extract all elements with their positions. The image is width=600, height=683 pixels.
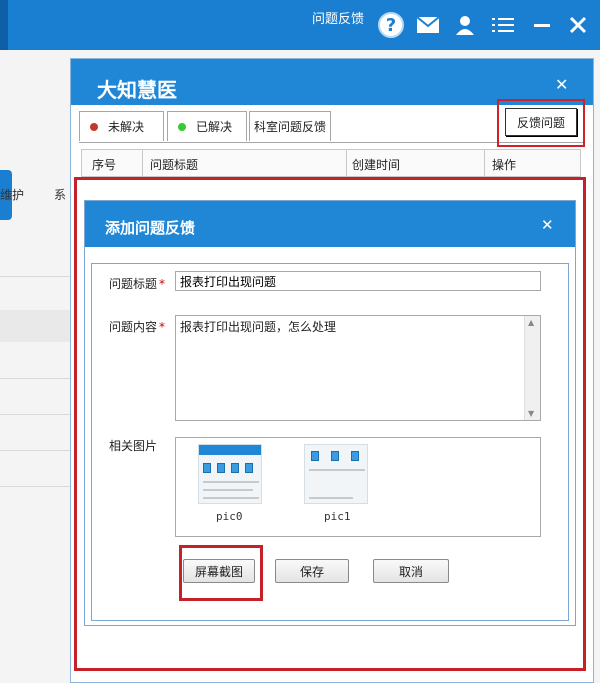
title-label: 问题标题 * bbox=[109, 277, 166, 291]
column-header-created: 创建时间 bbox=[352, 158, 401, 172]
main-dialog-close-icon[interactable]: ✕ bbox=[555, 75, 568, 94]
scroll-down-icon[interactable]: ▼ bbox=[528, 409, 534, 418]
bg-divider bbox=[0, 486, 80, 487]
image-name: pic0 bbox=[216, 510, 243, 523]
bg-label-system: 系 bbox=[54, 188, 67, 202]
image-thumbnail[interactable] bbox=[304, 444, 368, 504]
title-input[interactable] bbox=[175, 271, 541, 291]
images-label: 相关图片 bbox=[109, 439, 158, 453]
scroll-up-icon[interactable]: ▲ bbox=[528, 318, 534, 327]
main-dialog-title: 大知慧医 bbox=[97, 78, 177, 102]
add-dialog-title: 添加问题反馈 bbox=[105, 219, 196, 237]
column-header-title: 问题标题 bbox=[150, 158, 199, 172]
minimize-icon[interactable] bbox=[527, 10, 557, 40]
add-dialog-header: 添加问题反馈 ✕ bbox=[85, 201, 575, 247]
content-label: 问题内容 * bbox=[109, 320, 166, 334]
bg-divider bbox=[0, 276, 80, 277]
tab-label: 科室问题反馈 bbox=[254, 120, 327, 134]
content-textarea[interactable]: 报表打印出现问题，怎么处理 ▲ ▼ bbox=[175, 315, 541, 421]
bg-header-stripe bbox=[0, 310, 80, 342]
tab-unresolved[interactable]: 未解决 bbox=[79, 111, 164, 141]
top-bar-edge bbox=[0, 0, 8, 50]
bg-divider bbox=[0, 378, 80, 379]
bg-label-maintenance: 维护 bbox=[0, 188, 25, 202]
bg-divider bbox=[0, 450, 80, 451]
close-icon[interactable] bbox=[563, 10, 593, 40]
column-divider bbox=[484, 150, 485, 176]
column-divider bbox=[142, 150, 143, 176]
feedback-button[interactable]: 反馈问题 bbox=[505, 108, 577, 136]
feedback-title: 问题反馈 bbox=[312, 12, 365, 27]
image-name: pic1 bbox=[324, 510, 351, 523]
help-icon[interactable]: ? bbox=[376, 10, 406, 40]
tab-resolved[interactable]: 已解决 bbox=[167, 111, 247, 141]
images-box: pic0 pic1 bbox=[175, 437, 541, 537]
cancel-button[interactable]: 取消 bbox=[373, 559, 449, 583]
menu-icon[interactable] bbox=[488, 10, 518, 40]
column-divider bbox=[346, 150, 347, 176]
image-thumbnail[interactable] bbox=[198, 444, 262, 504]
tab-label: 已解决 bbox=[196, 120, 233, 134]
user-icon[interactable] bbox=[450, 10, 480, 40]
bg-divider bbox=[0, 414, 80, 415]
save-button[interactable]: 保存 bbox=[275, 559, 349, 583]
feedback-button-highlight: 反馈问题 bbox=[497, 99, 585, 147]
mail-icon[interactable] bbox=[413, 10, 443, 40]
tab-label: 未解决 bbox=[108, 120, 145, 134]
screenshot-button[interactable]: 屏幕截图 bbox=[183, 559, 255, 583]
red-dot-icon bbox=[90, 122, 98, 131]
top-bar: 问题反馈 ? bbox=[0, 0, 600, 50]
textarea-scrollbar[interactable]: ▲ ▼ bbox=[524, 316, 540, 420]
green-dot-icon bbox=[178, 122, 186, 131]
column-header-index: 序号 bbox=[92, 158, 117, 172]
add-feedback-dialog: 添加问题反馈 ✕ 问题标题* 问题内容* 报表打印出现问题，怎么处理 ▲ ▼ 相… bbox=[84, 200, 576, 626]
column-header-actions: 操作 bbox=[492, 158, 517, 172]
add-dialog-close-icon[interactable]: ✕ bbox=[541, 216, 554, 234]
tab-department-feedback[interactable]: 科室问题反馈 bbox=[249, 111, 331, 141]
content-text: 报表打印出现问题，怎么处理 bbox=[180, 320, 337, 334]
table-header: 序号 问题标题 创建时间 操作 bbox=[81, 149, 581, 177]
